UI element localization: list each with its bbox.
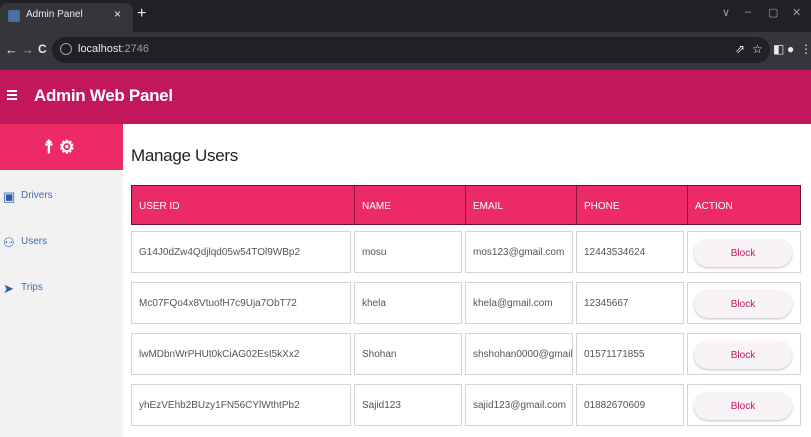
cell-email: sajid123@gmail.com [465, 384, 573, 426]
cell-action: Block [687, 282, 801, 324]
cell-user-id: yhEzVEhb2BUzy1FN56CYlWthtPb2 [131, 384, 351, 426]
new-tab-icon[interactable]: + [137, 5, 146, 23]
page-title: Manage Users [131, 146, 238, 165]
block-button[interactable]: Block [694, 392, 792, 420]
minimize-icon[interactable]: – [745, 6, 751, 18]
forward-icon[interactable]: → [21, 42, 34, 57]
browser-tab-bar: Admin Panel × + ∨ – ▢ ✕ [0, 0, 811, 32]
url-text: localhost:2746 [78, 43, 149, 55]
column-header-email: EMAIL [466, 186, 577, 224]
table-header: USER ID NAME EMAIL PHONE ACTION [131, 185, 801, 225]
column-header-user-id: USER ID [132, 186, 355, 224]
table-row: yhEzVEhb2BUzy1FN56CYlWthtPb2 Sajid123 sa… [131, 384, 801, 426]
cell-phone: 01882670609 [576, 384, 684, 426]
sidebar-header: ☨ ⚙ [0, 124, 123, 170]
car-icon: ▣ [3, 189, 16, 204]
app-title: Admin Web Panel [34, 86, 173, 105]
app-header: Admin Web Panel [0, 70, 811, 124]
cell-action: Block [687, 231, 801, 273]
cell-name: mosu [354, 231, 462, 273]
column-header-action: ACTION [695, 201, 733, 212]
back-icon[interactable]: ← [5, 42, 18, 57]
cell-phone: 01571171855 [576, 333, 684, 375]
sidebar-item-trips[interactable]: ➤ Trips [0, 267, 123, 311]
sidebar-item-drivers[interactable]: ▣ Drivers [0, 175, 123, 219]
hamburger-menu-icon[interactable] [7, 90, 17, 100]
table-row: G14J0dZw4Qdjlqd05w54TOl9WBp2 mosu mos123… [131, 231, 801, 273]
block-button[interactable]: Block [694, 239, 792, 267]
users-icon: ⚇ [3, 235, 15, 250]
url-host: localhost [78, 43, 122, 55]
tab-title: Admin Panel [26, 9, 83, 20]
cell-email: mos123@gmail.com [465, 231, 573, 273]
browser-tab[interactable]: Admin Panel × [0, 3, 133, 32]
block-button[interactable]: Block [694, 290, 792, 318]
cell-user-id: Mc07FQo4x8VtuofH7c9Uja7ObT72 [131, 282, 351, 324]
address-bar[interactable]: localhost:2746 [52, 37, 770, 63]
admin-settings-icon: ☨ ⚙ [44, 137, 75, 157]
close-window-icon[interactable]: ✕ [792, 6, 801, 19]
cell-email: khela@gmail.com [465, 282, 573, 324]
url-port: :2746 [121, 43, 149, 55]
browser-toolbar: ← → C localhost:2746 ⇗ ☆ ◧ ● ⋮ [0, 32, 811, 70]
tab-search-icon[interactable]: ∨ [722, 6, 730, 19]
side-panel-icon[interactable]: ◧ [773, 42, 784, 56]
navigation-icon: ➤ [3, 281, 14, 296]
profile-icon[interactable]: ● [787, 42, 794, 56]
site-info-icon[interactable] [60, 43, 72, 55]
column-header-name: NAME [355, 186, 466, 224]
browser-menu-icon[interactable]: ⋮ [800, 42, 811, 56]
block-button[interactable]: Block [694, 341, 792, 369]
cell-user-id: G14J0dZw4Qdjlqd05w54TOl9WBp2 [131, 231, 351, 273]
cell-name: Shohan [354, 333, 462, 375]
sidebar-item-label: Drivers [21, 190, 53, 201]
cell-name: khela [354, 282, 462, 324]
sidebar: ☨ ⚙ ▣ Drivers ⚇ Users ➤ Trips [0, 124, 123, 437]
column-header-phone: PHONE [577, 186, 688, 224]
table-row: lwMDbnWrPHUt0kCiAG02EsI5kXx2 Shohan shsh… [131, 333, 801, 375]
sidebar-item-users[interactable]: ⚇ Users [0, 221, 123, 265]
cell-email: shshohan0000@gmail.com [465, 333, 573, 375]
cell-user-id: lwMDbnWrPHUt0kCiAG02EsI5kXx2 [131, 333, 351, 375]
reload-icon[interactable]: C [38, 42, 47, 56]
cell-name: Sajid123 [354, 384, 462, 426]
share-icon[interactable]: ⇗ [735, 42, 745, 56]
tab-close-icon[interactable]: × [114, 7, 121, 21]
bookmark-star-icon[interactable]: ☆ [752, 42, 763, 56]
cell-phone: 12345667 [576, 282, 684, 324]
restore-icon[interactable]: ▢ [768, 6, 778, 19]
table-row: Mc07FQo4x8VtuofH7c9Uja7ObT72 khela khela… [131, 282, 801, 324]
sidebar-item-label: Users [21, 236, 48, 247]
cell-action: Block [687, 384, 801, 426]
cell-phone: 12443534624 [576, 231, 684, 273]
cell-action: Block [687, 333, 801, 375]
favicon-icon [8, 10, 20, 22]
sidebar-item-label: Trips [21, 282, 43, 293]
